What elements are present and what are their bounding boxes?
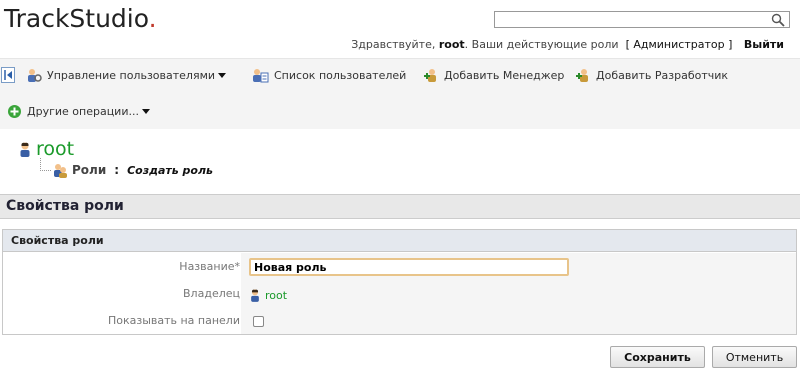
role-properties-panel: Свойства роли Название* Владелец Показыв… — [2, 229, 797, 335]
roles-icon — [54, 164, 67, 178]
add-manager-icon — [424, 69, 436, 82]
save-button[interactable]: Сохранить — [610, 346, 705, 368]
app-logo: TrackStudio. — [4, 4, 157, 33]
panel-title: Свойства роли — [3, 230, 796, 252]
owner-value[interactable]: root — [249, 288, 287, 302]
current-user: root — [438, 38, 465, 51]
toolbar-add-developer[interactable]: Добавить Разработчик — [575, 67, 728, 83]
toolbar-add-manager-label: Добавить Менеджер — [444, 68, 565, 82]
tree-connector — [40, 158, 51, 171]
show-on-panel-label: Показывать на панели — [107, 314, 240, 327]
toolbar-user-list-label: Список пользователей — [274, 68, 407, 82]
user-icon — [20, 142, 30, 157]
owner-row: Владелец — [3, 280, 796, 307]
user-list-icon — [253, 69, 269, 83]
toolbar-manage-users-label: Управление пользователями — [47, 68, 216, 82]
search-icon[interactable] — [771, 13, 785, 27]
toolbar-other-operations-label: Другие операции... — [27, 105, 139, 118]
add-developer-icon — [576, 69, 588, 82]
users-gear-icon — [28, 69, 42, 82]
search-input[interactable] — [495, 12, 771, 27]
breadcrumb: Роли : Создать роль — [52, 162, 213, 178]
role-name-input[interactable] — [249, 258, 569, 276]
toolbar-user-list[interactable]: Список пользователей — [252, 67, 406, 83]
logout-link[interactable]: Выйти — [744, 38, 784, 51]
breadcrumb-root-label: root — [36, 138, 75, 160]
toolbar-add-manager[interactable]: Добавить Менеджер — [423, 67, 564, 83]
user-icon — [251, 289, 259, 302]
breadcrumb-separator: : — [114, 163, 120, 177]
toolbar-add-developer-label: Добавить Разработчик — [596, 68, 729, 82]
page-title: Свойства роли — [0, 194, 800, 219]
chevron-down-icon[interactable] — [218, 72, 227, 78]
toolbar-other-operations[interactable]: Другие операции... — [7, 104, 150, 119]
name-label: Название* — [179, 260, 240, 273]
collapse-panel-button[interactable] — [1, 67, 15, 83]
plus-circle-icon — [8, 105, 21, 118]
breadcrumb-current: Создать роль — [127, 163, 213, 177]
show-on-panel-checkbox[interactable] — [253, 316, 264, 327]
role-link[interactable]: Администратор — [633, 38, 724, 51]
breadcrumb-roles[interactable]: Роли — [72, 163, 106, 177]
toolbar-manage-users[interactable]: Управление пользователями — [26, 67, 227, 83]
collapse-arrow-icon — [4, 70, 12, 80]
show-on-panel-row: Показывать на панели — [3, 307, 796, 334]
breadcrumb-root[interactable]: root — [18, 138, 74, 160]
user-greeting: Здравствуйте, root. Ваши действующие рол… — [351, 38, 784, 51]
chevron-down-icon[interactable] — [141, 109, 150, 114]
cancel-button[interactable]: Отменить — [712, 346, 797, 368]
owner-label: Владелец — [183, 287, 240, 300]
search-box[interactable] — [494, 11, 790, 28]
owner-name: root — [265, 288, 288, 302]
